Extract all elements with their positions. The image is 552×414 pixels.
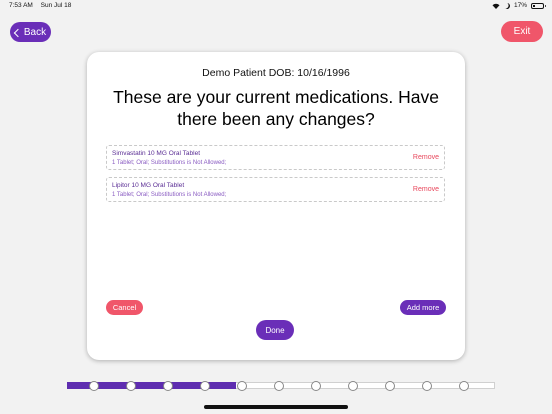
medication-detail: 1 Tablet; Oral; Substitutions is Not All… bbox=[112, 160, 227, 166]
back-button[interactable]: Back bbox=[10, 22, 51, 42]
medication-item: Simvastatin 10 MG Oral Tablet 1 Tablet; … bbox=[106, 145, 445, 170]
add-more-button[interactable]: Add more bbox=[400, 300, 446, 315]
done-button[interactable]: Done bbox=[256, 320, 294, 340]
progress-step-dot bbox=[126, 381, 136, 391]
done-button-label: Done bbox=[265, 325, 285, 335]
progress-step-dot bbox=[385, 381, 395, 391]
battery-icon bbox=[531, 2, 546, 9]
progress-step-dot bbox=[348, 381, 358, 391]
remove-medication-button[interactable]: Remove bbox=[413, 154, 439, 161]
page-title: These are your current medications. Have… bbox=[113, 87, 439, 129]
cancel-button[interactable]: Cancel bbox=[106, 300, 143, 315]
cancel-button-label: Cancel bbox=[112, 303, 137, 312]
medications-card: Demo Patient DOB: 10/16/1996 These are y… bbox=[87, 52, 465, 360]
progress-step-dot bbox=[311, 381, 321, 391]
status-date: Sun Jul 18 bbox=[40, 2, 72, 9]
chevron-left-icon bbox=[13, 28, 23, 37]
progress-step-dot bbox=[274, 381, 284, 391]
progress-step-dot bbox=[200, 381, 210, 391]
progress-step-dot bbox=[89, 381, 99, 391]
back-button-label: Back bbox=[23, 26, 47, 38]
progress-step-dot bbox=[237, 381, 247, 391]
moon-icon bbox=[503, 2, 511, 10]
add-more-button-label: Add more bbox=[406, 303, 440, 312]
progress-step-dot bbox=[422, 381, 432, 391]
home-indicator bbox=[204, 405, 348, 409]
status-bar: 7:53 AM Sun Jul 18 17% bbox=[0, 0, 552, 12]
medication-name: Simvastatin 10 MG Oral Tablet bbox=[112, 150, 201, 157]
exit-button-label: Exit bbox=[513, 26, 531, 37]
medication-detail: 1 Tablet; Oral; Substitutions is Not All… bbox=[112, 192, 227, 198]
progress-step-dot bbox=[163, 381, 173, 391]
status-time: 7:53 AM bbox=[9, 2, 33, 9]
medication-item: Lipitor 10 MG Oral Tablet 1 Tablet; Oral… bbox=[106, 177, 445, 202]
patient-info: Demo Patient DOB: 10/16/1996 bbox=[202, 67, 350, 79]
wifi-icon bbox=[492, 3, 500, 9]
remove-medication-button[interactable]: Remove bbox=[413, 186, 439, 193]
battery-percent: 17% bbox=[513, 2, 527, 9]
medication-name: Lipitor 10 MG Oral Tablet bbox=[112, 182, 185, 189]
progress-bar bbox=[67, 381, 497, 391]
exit-button[interactable]: Exit bbox=[501, 21, 543, 42]
progress-step-dot bbox=[459, 381, 469, 391]
